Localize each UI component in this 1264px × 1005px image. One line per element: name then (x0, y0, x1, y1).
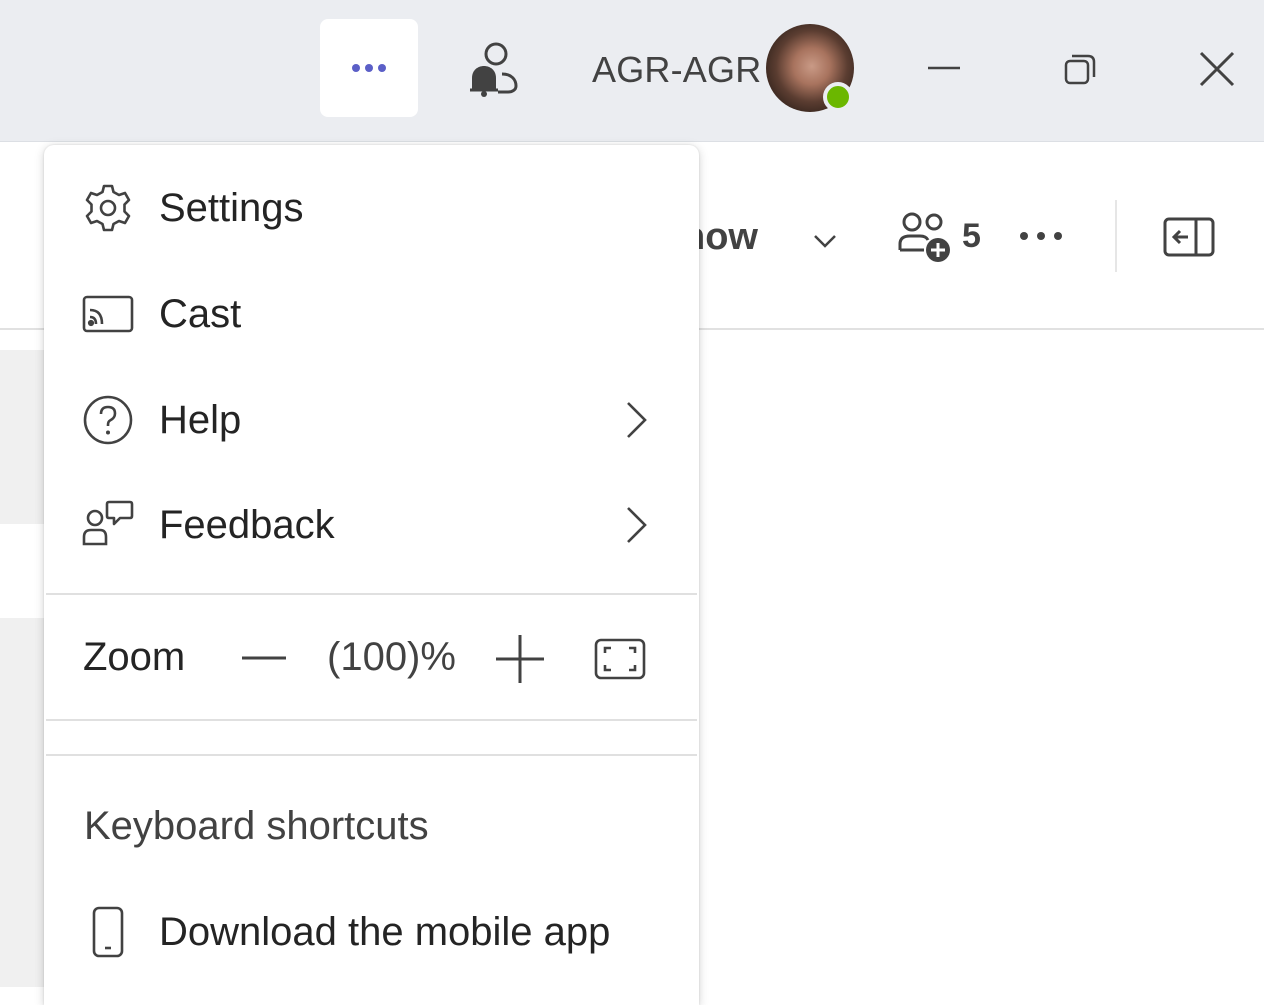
person-feedback-icon (82, 499, 134, 551)
list-item (0, 618, 44, 987)
plus-icon[interactable] (494, 633, 546, 685)
menu-divider (46, 719, 697, 721)
more-options-button[interactable] (320, 19, 418, 117)
menu-item-label: Help (159, 398, 242, 442)
cast-icon (82, 288, 134, 340)
list-item (0, 350, 44, 524)
minus-icon[interactable] (240, 643, 288, 673)
more-horizontal-icon[interactable] (1018, 226, 1064, 246)
add-participants-icon[interactable] (896, 210, 956, 266)
keyboard-shortcuts-link[interactable]: Keyboard shortcuts (84, 802, 429, 850)
phone-icon (82, 906, 134, 958)
menu-item-label: Settings (159, 186, 304, 230)
help-circle-icon (82, 394, 134, 446)
chevron-right-icon (618, 398, 654, 442)
zoom-value: (100)% (327, 635, 456, 679)
restore-icon[interactable] (1061, 50, 1099, 88)
title-bar: AGR-AGR (0, 0, 1264, 142)
menu-item-download-mobile-app[interactable]: Download the mobile app (44, 887, 699, 977)
panel-toggle-icon[interactable] (1162, 214, 1216, 260)
menu-divider (46, 754, 697, 756)
user-name: AGR-AGR (592, 49, 762, 90)
menu-item-label: Cast (159, 292, 242, 336)
menu-divider (46, 593, 697, 595)
zoom-label: Zoom (83, 635, 186, 679)
gear-icon (82, 182, 134, 234)
zoom-controls: Zoom (100)% (44, 615, 699, 705)
fullscreen-icon[interactable] (594, 637, 646, 681)
menu-item-label: Download the mobile app (159, 910, 611, 954)
participants-count[interactable]: 5 (962, 217, 981, 256)
menu-item-label: Feedback (159, 503, 335, 547)
menu-item-help[interactable]: Help (44, 375, 699, 465)
minimize-icon[interactable] (925, 50, 963, 86)
menu-item-feedback[interactable]: Feedback (44, 480, 699, 570)
menu-item-cast[interactable]: Cast (44, 269, 699, 359)
toolbar-divider (1115, 200, 1117, 272)
chevron-right-icon (618, 503, 654, 547)
presence-status-badge (823, 82, 853, 112)
chevron-down-icon[interactable] (810, 226, 840, 256)
close-icon[interactable] (1196, 48, 1238, 90)
more-options-menu: Settings Cast Help Feedback Zoom (100)% … (44, 145, 699, 1005)
menu-item-settings[interactable]: Settings (44, 163, 699, 253)
person-bell-icon[interactable] (462, 40, 520, 100)
